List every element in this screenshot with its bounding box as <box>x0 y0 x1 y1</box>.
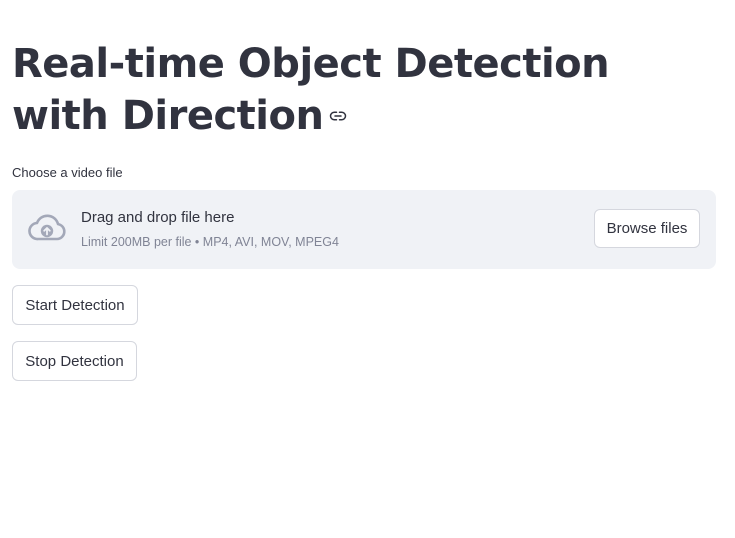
start-detection-button[interactable]: Start Detection <box>12 285 138 325</box>
dropzone-instructions: Drag and drop file here <box>81 209 235 226</box>
file-uploader-label: Choose a video file <box>12 165 123 180</box>
link-icon[interactable] <box>329 107 347 125</box>
page-title: Real-time Object Detection with Directio… <box>12 38 712 142</box>
cloud-upload-icon <box>28 214 66 241</box>
browse-files-button[interactable]: Browse files <box>594 209 700 248</box>
stop-detection-button[interactable]: Stop Detection <box>12 341 137 381</box>
app-page: Real-time Object Detection with Directio… <box>0 0 735 538</box>
page-title-text: Real-time Object Detection with Directio… <box>12 41 610 139</box>
file-dropzone[interactable]: Drag and drop file here Limit 200MB per … <box>12 190 716 269</box>
file-limit-text: Limit 200MB per file • MP4, AVI, MOV, MP… <box>81 235 339 249</box>
